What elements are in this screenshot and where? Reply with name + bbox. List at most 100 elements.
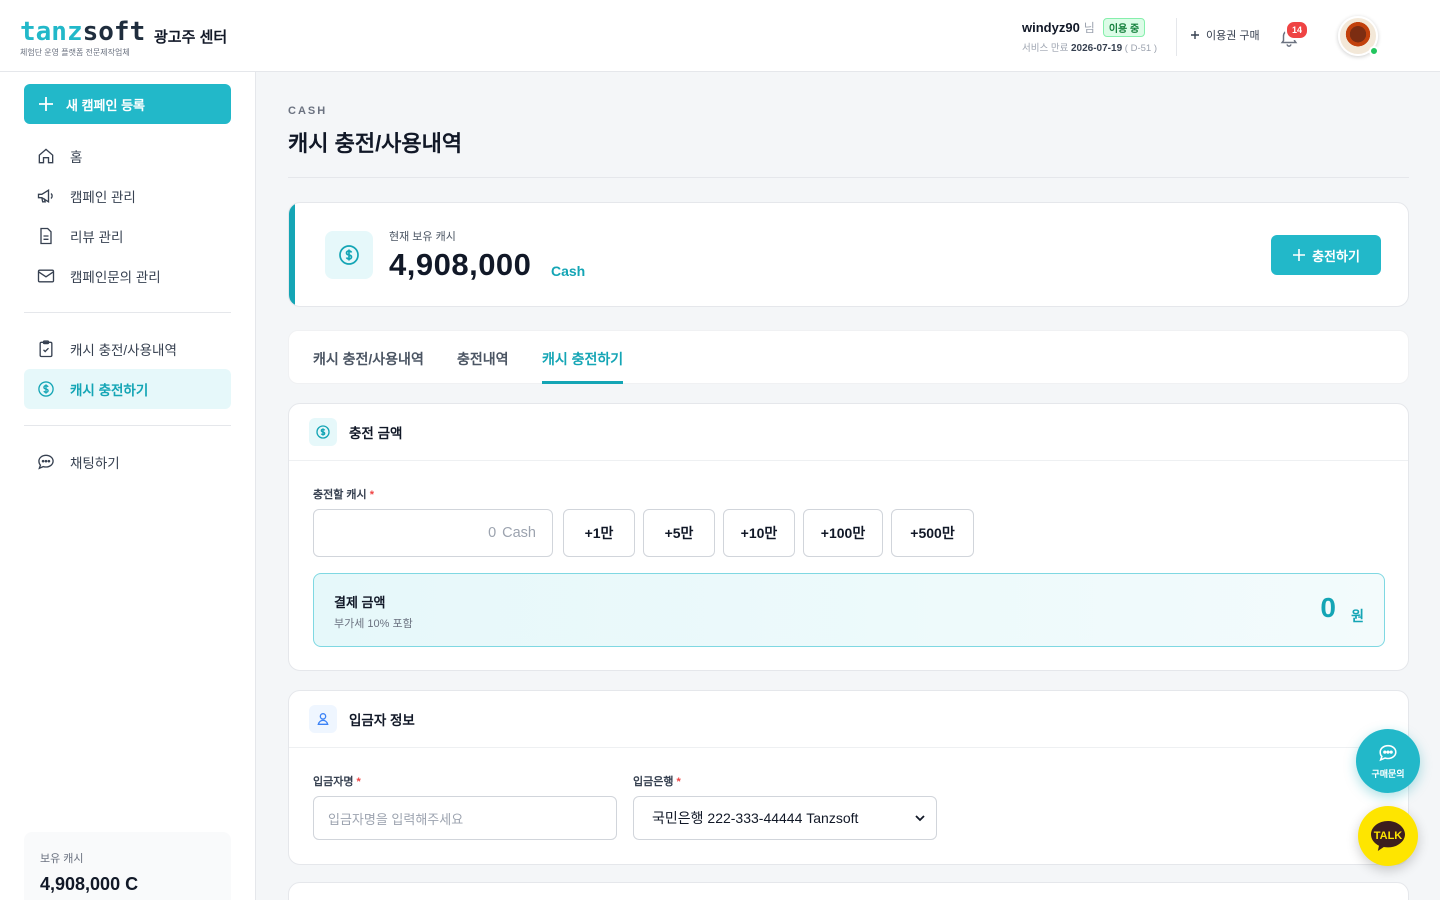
charge-button-label: 충전하기 bbox=[1312, 248, 1360, 264]
add-1m-button[interactable]: +100만 bbox=[803, 509, 883, 557]
depositor-header: 입금자 정보 bbox=[289, 691, 1408, 748]
logo-part1: tanz bbox=[20, 17, 83, 47]
sidebar-item-cash-charge[interactable]: 캐시 충전하기 bbox=[24, 369, 231, 409]
title-divider bbox=[288, 177, 1409, 178]
new-campaign-button[interactable]: 새 캠페인 등록 bbox=[24, 84, 231, 124]
tab-charge-history[interactable]: 충전내역 bbox=[457, 349, 509, 369]
active-tab-indicator bbox=[542, 381, 623, 384]
sidebar: 새 캠페인 등록 홈 캠페인 관리 리뷰 관리 캠페인문의 관리 캐시 충전/사… bbox=[0, 72, 256, 900]
required-mark: * bbox=[369, 489, 374, 501]
payment-amount-box: 결제 금액 부가세 10% 포함 0 원 bbox=[313, 573, 1385, 647]
sidebar-item-campaigns[interactable]: 캠페인 관리 bbox=[24, 176, 231, 216]
depositor-title: 입금자 정보 bbox=[349, 713, 415, 728]
bank-label-text: 입금은행 bbox=[633, 776, 674, 788]
dollar-icon bbox=[316, 425, 330, 439]
sidebar-item-label: 채팅하기 bbox=[70, 456, 120, 471]
charge-amount-section: 충전 금액 충전할 캐시 * 0 Cash +1만 +5만 +10만 +100만… bbox=[288, 403, 1409, 671]
sidebar-item-label: 캠페인 관리 bbox=[70, 190, 136, 205]
depositor-name-label: 입금자명 * bbox=[313, 773, 361, 789]
required-mark: * bbox=[356, 776, 361, 788]
balance-value: 4,908,000 bbox=[389, 247, 532, 282]
depositor-name-input[interactable]: 입금자명을 입력해주세요 bbox=[313, 796, 617, 840]
depositor-section: 입금자 정보 입금자명 * 입금자명을 입력해주세요 입금은행 * 국민은행 2… bbox=[288, 690, 1409, 865]
balance-icon-wrap bbox=[325, 231, 373, 279]
purchase-inquiry-button[interactable]: 구매문의 bbox=[1356, 729, 1420, 793]
sidebar-item-label: 홈 bbox=[70, 150, 83, 165]
depositor-name-label-text: 입금자명 bbox=[313, 776, 354, 788]
home-icon bbox=[38, 148, 54, 164]
page-title: 캐시 충전/사용내역 bbox=[288, 131, 463, 156]
kakao-talk-button[interactable]: TALK bbox=[1358, 806, 1418, 866]
sidebar-divider bbox=[24, 312, 231, 313]
buy-pass-button[interactable]: 이용권 구매 bbox=[1190, 27, 1260, 43]
dollar-icon bbox=[38, 381, 54, 397]
payment-subtitle: 부가세 10% 포함 bbox=[334, 618, 413, 630]
expire-label: 서비스 만료 bbox=[1022, 43, 1069, 54]
balance-card: 현재 보유 캐시 4,908,000 Cash 충전하기 bbox=[288, 202, 1409, 307]
sidebar-item-label: 캐시 충전/사용내역 bbox=[70, 343, 177, 358]
dollar-icon bbox=[339, 245, 359, 265]
charge-cash-label-text: 충전할 캐시 bbox=[313, 489, 367, 501]
document-icon bbox=[40, 227, 52, 245]
payment-title: 결제 금액 bbox=[334, 595, 386, 610]
new-campaign-label: 새 캠페인 등록 bbox=[66, 97, 145, 113]
charge-amount-header: 충전 금액 bbox=[289, 404, 1408, 461]
add-5m-button[interactable]: +500만 bbox=[891, 509, 974, 557]
tab-cash-charge[interactable]: 캐시 충전하기 bbox=[542, 349, 623, 369]
payment-unit: 원 bbox=[1351, 608, 1364, 624]
sidebar-item-label: 캠페인문의 관리 bbox=[70, 270, 161, 285]
tab-bar: 캐시 충전/사용내역 충전내역 캐시 충전하기 bbox=[288, 330, 1409, 384]
sidebar-cash-summary: 보유 캐시 4,908,000 C bbox=[24, 832, 231, 900]
charge-cash-label: 충전할 캐시 * bbox=[313, 486, 374, 502]
honorific: 님 bbox=[1083, 20, 1095, 35]
plus-icon bbox=[1293, 249, 1306, 261]
plus-icon bbox=[1191, 31, 1199, 39]
charge-cash-value: 0 bbox=[488, 525, 497, 541]
chevron-down-icon bbox=[915, 815, 925, 822]
charge-cash-unit: Cash bbox=[502, 525, 536, 541]
chat-icon bbox=[38, 454, 54, 470]
page-eyebrow: CASH bbox=[288, 105, 328, 117]
header-divider bbox=[1176, 18, 1177, 56]
sidebar-item-home[interactable]: 홈 bbox=[24, 136, 231, 176]
tab-cash-history[interactable]: 캐시 충전/사용내역 bbox=[313, 349, 424, 369]
add-50k-button[interactable]: +5만 bbox=[643, 509, 715, 557]
sidebar-item-reviews[interactable]: 리뷰 관리 bbox=[24, 216, 231, 256]
logo[interactable]: tanzsoft 체험단 운영 플랫폼 전문제작업체 bbox=[20, 18, 145, 58]
center-name: 광고주 센터 bbox=[154, 29, 228, 46]
expire-date: 2026-07-19 bbox=[1070, 43, 1123, 54]
bank-select[interactable]: 국민은행 222-333-44444 Tanzsoft bbox=[633, 796, 937, 840]
sidebar-item-inquiries[interactable]: 캠페인문의 관리 bbox=[24, 256, 231, 296]
sidebar-divider bbox=[24, 425, 231, 426]
bank-label: 입금은행 * bbox=[633, 773, 681, 789]
logo-wordmark: tanzsoft bbox=[20, 18, 145, 46]
balance-accent-bar bbox=[289, 203, 295, 306]
payment-value: 0 bbox=[1320, 592, 1336, 623]
charge-button[interactable]: 충전하기 bbox=[1271, 235, 1381, 275]
section-icon-wrap bbox=[309, 418, 337, 446]
sidebar-item-label: 리뷰 관리 bbox=[70, 230, 124, 245]
logo-part2: soft bbox=[82, 17, 146, 47]
kakao-talk-label: TALK bbox=[1374, 830, 1403, 842]
sidebar-cash-label: 보유 캐시 bbox=[40, 853, 84, 865]
sidebar-item-cash-history[interactable]: 캐시 충전/사용내역 bbox=[24, 329, 231, 369]
top-header: tanzsoft 체험단 운영 플랫폼 전문제작업체 광고주 센터 windyz… bbox=[0, 0, 1440, 72]
bank-select-value: 국민은행 222-333-44444 Tanzsoft bbox=[652, 810, 859, 826]
charge-amount-title: 충전 금액 bbox=[349, 426, 403, 441]
buy-pass-label: 이용권 구매 bbox=[1206, 30, 1260, 42]
sidebar-item-label: 캐시 충전하기 bbox=[70, 383, 149, 398]
megaphone-icon bbox=[37, 188, 53, 204]
section-icon-wrap bbox=[309, 705, 337, 733]
required-mark: * bbox=[676, 776, 681, 788]
balance-unit: Cash bbox=[551, 263, 586, 279]
add-10k-button[interactable]: +1만 bbox=[563, 509, 635, 557]
notification-badge: 14 bbox=[1285, 20, 1309, 40]
user-icon bbox=[317, 713, 329, 725]
clipboard-icon bbox=[39, 340, 53, 358]
sidebar-item-chat[interactable]: 채팅하기 bbox=[24, 442, 231, 482]
user-info: windyz90 님 이용 중 서비스 만료 2026-07-19 ( D-51… bbox=[1022, 17, 1157, 54]
charge-cash-input[interactable]: 0 Cash bbox=[313, 509, 553, 557]
plus-icon bbox=[39, 97, 53, 111]
next-section-card bbox=[288, 882, 1409, 900]
add-100k-button[interactable]: +10만 bbox=[723, 509, 795, 557]
